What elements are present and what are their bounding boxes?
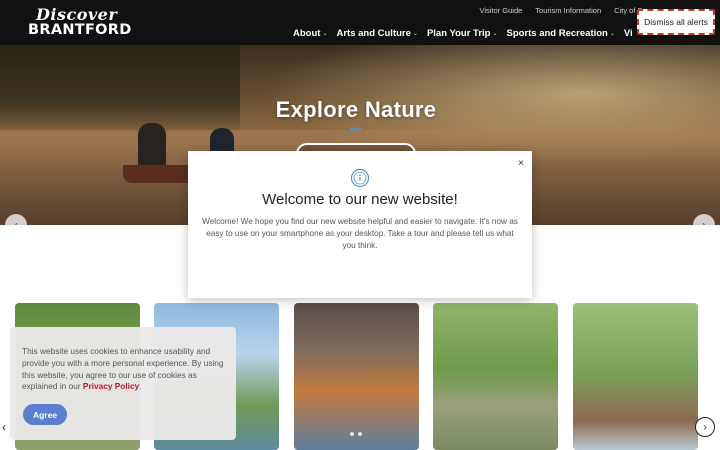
chevron-down-icon: ⌄	[322, 31, 328, 37]
cards-next-button[interactable]: ›	[695, 417, 715, 437]
nav-label: Plan Your Trip	[426, 28, 491, 39]
utility-nav: Visitor Guide Tourism Information City o…	[479, 6, 645, 15]
dismiss-all-alerts-button[interactable]: Dismiss all alerts	[637, 9, 715, 35]
discover-brantford-logo[interactable]: Discover BRANTFORD	[28, 5, 138, 41]
modal-body-text: Welcome! We hope you find our new websit…	[202, 217, 518, 250]
chevron-left-icon: ‹	[2, 420, 6, 434]
feature-card-mural[interactable]	[294, 303, 419, 450]
chevron-left-icon: ‹	[14, 218, 18, 225]
card-carousel-dots	[350, 432, 362, 436]
cookie-message: This website uses cookies to enhance usa…	[22, 346, 224, 393]
chevron-down-icon: ⌄	[492, 31, 498, 37]
nav-item-visit[interactable]: Vi	[624, 28, 633, 39]
chevron-down-icon: ⌄	[412, 31, 418, 37]
chevron-right-icon: ›	[702, 218, 706, 225]
chevron-right-icon: ›	[703, 421, 707, 433]
main-nav: About ⌄ Arts and Culture ⌄ Plan Your Tri…	[293, 28, 633, 39]
chevron-down-icon: ⌄	[609, 31, 615, 37]
feature-card-cycling[interactable]	[433, 303, 558, 450]
nav-item-about[interactable]: About ⌄	[293, 28, 327, 39]
nav-item-sports-and-recreation[interactable]: Sports and Recreation ⌄	[507, 28, 615, 39]
nav-label: Sports and Recreation	[506, 28, 608, 39]
util-link-tourism-information[interactable]: Tourism Information	[535, 6, 601, 15]
hero-title: Explore Nature	[275, 97, 437, 122]
feature-card-building[interactable]	[573, 303, 698, 450]
welcome-modal: × Welcome to our new website! Welcome! W…	[188, 151, 532, 298]
nav-item-plan-your-trip[interactable]: Plan Your Trip ⌄	[427, 28, 498, 39]
util-link-visitor-guide[interactable]: Visitor Guide	[479, 6, 522, 15]
cookie-agree-button[interactable]: Agree	[23, 404, 67, 425]
nav-label: Vi	[623, 28, 633, 39]
cookie-banner: This website uses cookies to enhance usa…	[10, 327, 236, 440]
info-icon	[350, 168, 370, 188]
modal-title: Welcome to our new website!	[262, 191, 458, 208]
site-header: Discover BRANTFORD Visitor Guide Tourism…	[0, 0, 720, 45]
nav-item-arts-and-culture[interactable]: Arts and Culture ⌄	[336, 28, 417, 39]
hero-title-underline	[350, 128, 362, 130]
nav-label: Arts and Culture	[336, 28, 411, 39]
privacy-policy-link[interactable]: Privacy Policy	[83, 381, 139, 391]
cookie-period: .	[139, 381, 142, 392]
hero-image-paddler	[138, 123, 166, 167]
nav-label: About	[293, 28, 321, 39]
logo-word-text: BRANTFORD	[28, 22, 132, 38]
close-icon[interactable]: ×	[515, 157, 527, 169]
